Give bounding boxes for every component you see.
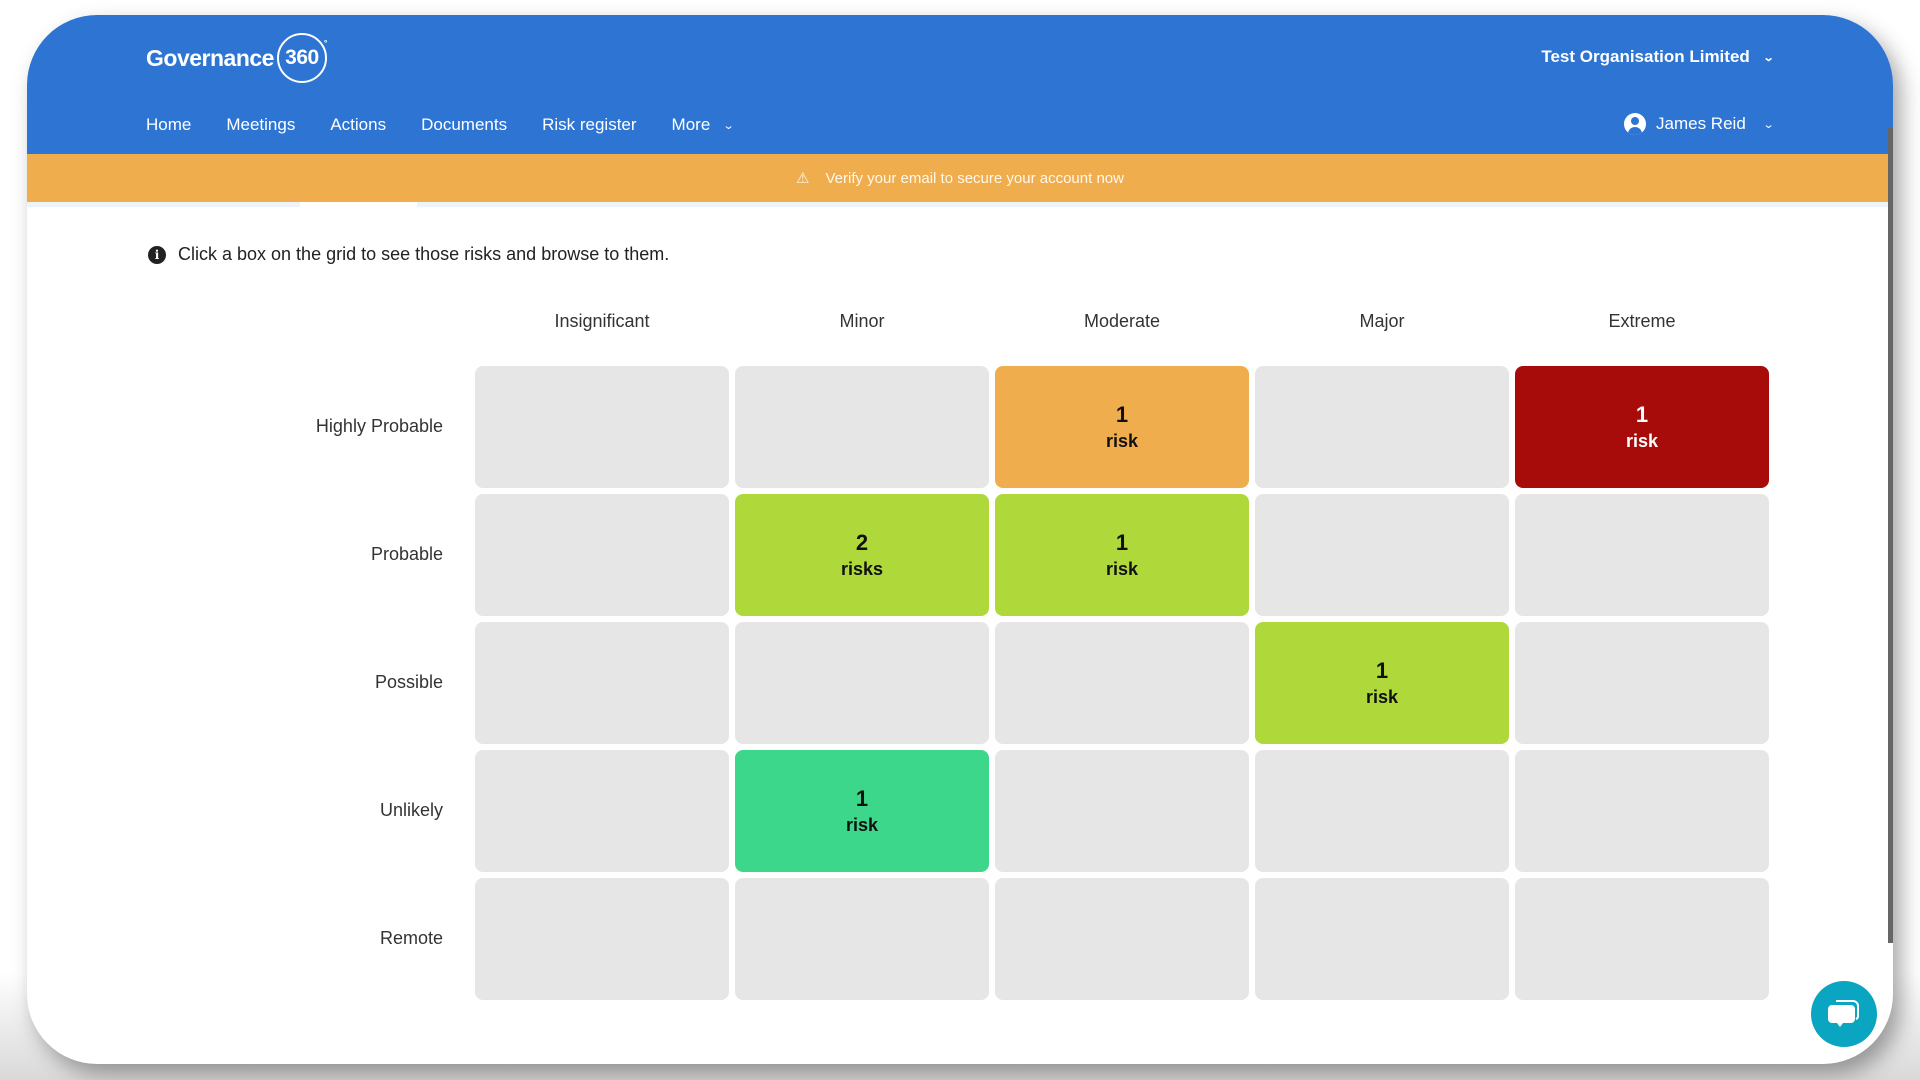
instruction-text: i Click a box on the grid to see those r… [148, 244, 669, 265]
risk-cell[interactable]: 1 risk [1515, 366, 1769, 488]
chat-bubble-icon [1828, 1000, 1859, 1027]
risk-count: 1 [1375, 658, 1389, 683]
logo-degree: ° [323, 38, 328, 48]
risk-cell[interactable] [1515, 494, 1769, 616]
nav-home[interactable]: Home [146, 115, 191, 135]
organisation-switcher[interactable]: Test Organisation Limited ⌄ [1541, 47, 1775, 67]
nav-label: Home [146, 115, 192, 134]
risk-cell[interactable] [1255, 494, 1509, 616]
user-name: James Reid [1656, 114, 1746, 133]
risk-cell[interactable] [995, 750, 1249, 872]
column-header-major: Major [1359, 311, 1405, 331]
risk-cell[interactable] [475, 750, 729, 872]
nav-label: Actions [330, 115, 387, 134]
main-nav: Home Meetings Actions Documents Risk reg… [146, 115, 735, 135]
nav-actions[interactable]: Actions [330, 115, 386, 135]
risk-cell[interactable] [1255, 878, 1509, 1000]
risk-count: 1 [855, 786, 869, 811]
chevron-down-icon: ⌄ [1762, 118, 1775, 131]
risk-cell[interactable]: 1 risk [735, 750, 989, 872]
risk-count: 1 [1115, 402, 1129, 427]
tab-strip [27, 202, 300, 207]
risk-cell[interactable] [995, 878, 1249, 1000]
column-header-minor: Minor [839, 311, 885, 331]
logo-text: Governance [146, 44, 274, 71]
verify-email-banner[interactable]: ⚠ Verify your email to secure your accou… [27, 154, 1893, 202]
logo-badge-text: 360 [285, 46, 319, 69]
risk-cell[interactable]: 1 risk [995, 494, 1249, 616]
risk-cell[interactable] [995, 622, 1249, 744]
risk-cell[interactable] [475, 366, 729, 488]
user-avatar-icon [1624, 113, 1647, 135]
row-header-probable: Probable [370, 544, 443, 564]
nav-label: Documents [421, 115, 508, 134]
nav-label: Risk register [542, 115, 637, 134]
risk-cell[interactable] [475, 494, 729, 616]
risk-cell[interactable] [475, 878, 729, 1000]
risk-cell[interactable] [735, 366, 989, 488]
risk-count-label: risk [1105, 431, 1139, 451]
risk-cell[interactable] [475, 622, 729, 744]
logo-360-badge: 360 ° [276, 33, 328, 83]
column-header-moderate: Moderate [1083, 311, 1161, 331]
user-menu[interactable]: James Reid ⌄ [1624, 113, 1775, 135]
chevron-down-icon: ⌄ [722, 119, 735, 132]
logo[interactable]: Governance 360 ° [146, 33, 327, 83]
column-header-extreme: Extreme [1608, 311, 1676, 331]
top-header: Governance 360 ° Test Organisation Limit… [27, 15, 1893, 154]
risk-count: 1 [1115, 530, 1129, 555]
risk-count: 2 [855, 530, 869, 555]
risk-cell[interactable] [1255, 366, 1509, 488]
risk-count-label: risk [1365, 687, 1399, 707]
banner-text: Verify your email to secure your account… [825, 169, 1124, 187]
risk-cell[interactable]: 1 risk [995, 366, 1249, 488]
tab-strip [417, 202, 1893, 207]
nav-documents[interactable]: Documents [421, 115, 507, 135]
risk-count-label: risk [845, 815, 879, 835]
risk-count-label: risks [840, 559, 884, 579]
chat-button[interactable] [1811, 981, 1877, 1047]
risk-cell[interactable] [735, 622, 989, 744]
nav-meetings[interactable]: Meetings [226, 115, 295, 135]
instruction-label: Click a box on the grid to see those ris… [178, 244, 670, 264]
app-window: Governance 360 ° Test Organisation Limit… [27, 15, 1893, 1064]
risk-count-label: risk [1625, 431, 1659, 451]
nav-risk-register[interactable]: Risk register [542, 115, 636, 135]
risk-cell[interactable]: 2 risks [735, 494, 989, 616]
warning-icon: ⚠ [796, 170, 810, 187]
risk-count-label: risk [1105, 559, 1139, 579]
risk-cell[interactable] [1255, 750, 1509, 872]
risk-cell[interactable] [1515, 622, 1769, 744]
risk-cell[interactable] [735, 878, 989, 1000]
risk-count: 1 [1635, 402, 1649, 427]
organisation-name: Test Organisation Limited [1541, 47, 1750, 66]
chevron-down-icon: ⌄ [1762, 51, 1775, 64]
row-header-possible: Possible [374, 672, 443, 692]
risk-cell[interactable]: 1 risk [1255, 622, 1509, 744]
row-header-remote: Remote [379, 928, 443, 948]
row-header-unlikely: Unlikely [379, 800, 443, 820]
risk-cell[interactable] [1515, 750, 1769, 872]
nav-more[interactable]: More ⌄ [671, 115, 735, 135]
scrollbar[interactable] [1888, 128, 1893, 943]
column-header-insignificant: Insignificant [554, 311, 650, 331]
row-header-highly-probable: Highly Probable [315, 416, 443, 436]
nav-label: More [671, 115, 711, 134]
nav-label: Meetings [226, 115, 296, 134]
info-icon: i [148, 245, 166, 264]
risk-cell[interactable] [1515, 878, 1769, 1000]
